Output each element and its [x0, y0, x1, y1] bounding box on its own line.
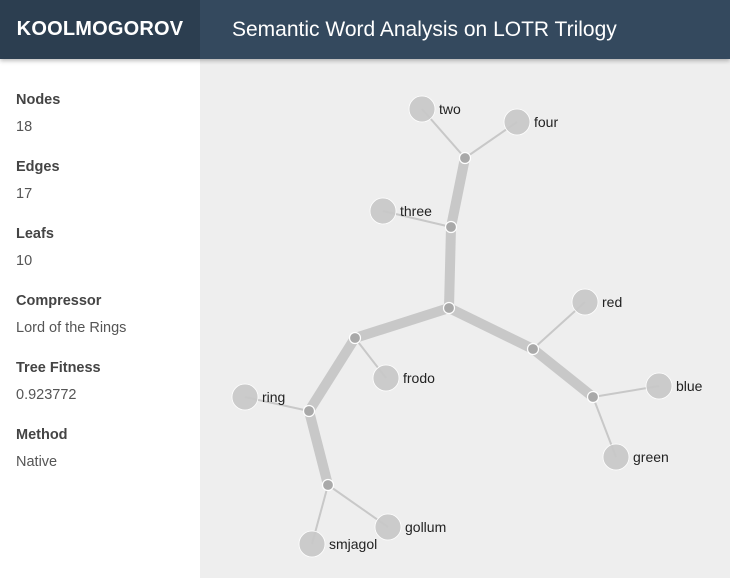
internal-node-n4[interactable]: [586, 390, 600, 404]
internal-node-n2[interactable]: [458, 151, 472, 165]
leaf-label: ring: [262, 389, 285, 405]
tree-edge-root-n5: [353, 303, 451, 343]
leaf-label: three: [400, 203, 432, 219]
internal-node-n6[interactable]: [302, 404, 316, 418]
leaf-label: frodo: [403, 370, 435, 386]
leaf-circle[interactable]: [298, 530, 326, 558]
internal-circle[interactable]: [442, 301, 456, 315]
leaf-node-smjagol[interactable]: smjagol: [298, 530, 377, 558]
stat-label: Nodes: [16, 92, 61, 108]
stat-value: 10: [16, 253, 33, 269]
leaf-node-ring[interactable]: ring: [231, 383, 285, 411]
internal-node-n7[interactable]: [321, 478, 335, 492]
internal-circle[interactable]: [458, 151, 472, 165]
leaf-node-two[interactable]: two: [408, 95, 461, 123]
stat-compressor: Compressor Lord of the Rings: [0, 292, 200, 337]
stat-edges: Edges 17: [0, 158, 200, 203]
leaf-circle[interactable]: [408, 95, 436, 123]
leaf-label: blue: [676, 378, 703, 394]
leaf-label: gollum: [405, 519, 446, 535]
internal-circle[interactable]: [321, 478, 335, 492]
leaf-label: red: [602, 294, 622, 310]
stat-label: Tree Fitness: [16, 360, 101, 376]
tree-edge-n6-n7: [304, 409, 333, 487]
leaf-node-red[interactable]: red: [571, 288, 622, 316]
stat-label: Leafs: [16, 226, 54, 242]
leaf-node-four[interactable]: four: [503, 108, 558, 136]
leaf-circle[interactable]: [602, 443, 630, 471]
leaf-circle[interactable]: [374, 513, 402, 541]
app-header: KOOLMOGOROV Semantic Word Analysis on LO…: [0, 0, 730, 59]
internal-circle[interactable]: [348, 331, 362, 345]
tree-edge-n5-n6: [304, 335, 360, 414]
internal-node-n3[interactable]: [526, 342, 540, 356]
tree-edge-n1-n2: [446, 157, 470, 228]
tree-edge-root-n1: [444, 226, 456, 309]
leaf-label: green: [633, 449, 669, 465]
tree-canvas[interactable]: two four three red blue green frodo ring gollum s…: [200, 59, 730, 578]
internal-circle[interactable]: [526, 342, 540, 356]
leaf-node-green[interactable]: green: [602, 443, 669, 471]
tree-edge-n3-n4: [529, 345, 597, 401]
leaf-node-gollum[interactable]: gollum: [374, 513, 446, 541]
stat-label: Edges: [16, 159, 60, 175]
internal-circle[interactable]: [586, 390, 600, 404]
leaf-label: smjagol: [329, 536, 377, 552]
leaf-circle[interactable]: [503, 108, 531, 136]
leaf-label: four: [534, 114, 558, 130]
leaf-circle[interactable]: [645, 372, 673, 400]
stat-value: Native: [16, 454, 58, 470]
stat-tree-fitness: Tree Fitness 0.923772: [0, 359, 200, 404]
tree-edge-root-n3: [446, 303, 536, 354]
stat-value: 18: [16, 119, 33, 135]
brand-logo[interactable]: KOOLMOGOROV: [0, 0, 200, 59]
internal-node-n5[interactable]: [348, 331, 362, 345]
phylogenetic-tree[interactable]: two four three red blue green frodo ring gollum s…: [200, 59, 730, 578]
leaf-node-frodo[interactable]: frodo: [372, 364, 435, 392]
leaf-circle[interactable]: [369, 197, 397, 225]
stats-sidebar: Nodes 18 Edges 17 Leafs 10 Compressor Lo…: [0, 59, 200, 578]
stat-nodes: Nodes 18: [0, 91, 200, 136]
stat-label: Compressor: [16, 293, 102, 309]
stat-method: Method Native: [0, 426, 200, 471]
stat-value: Lord of the Rings: [16, 320, 127, 336]
leaf-label: two: [439, 101, 461, 117]
stat-value: 17: [16, 186, 33, 202]
edges-layer: [244, 108, 660, 545]
page-title: Semantic Word Analysis on LOTR Trilogy: [232, 17, 617, 41]
leaf-circle[interactable]: [372, 364, 400, 392]
stat-value: 0.923772: [16, 387, 77, 403]
stat-leafs: Leafs 10: [0, 225, 200, 270]
stat-label: Method: [16, 427, 68, 443]
internal-node-n1[interactable]: [444, 220, 458, 234]
internal-circle[interactable]: [444, 220, 458, 234]
leaf-circle[interactable]: [571, 288, 599, 316]
internal-circle[interactable]: [302, 404, 316, 418]
leaf-node-blue[interactable]: blue: [645, 372, 703, 400]
leaf-circle[interactable]: [231, 383, 259, 411]
internal-node-root[interactable]: [442, 301, 456, 315]
